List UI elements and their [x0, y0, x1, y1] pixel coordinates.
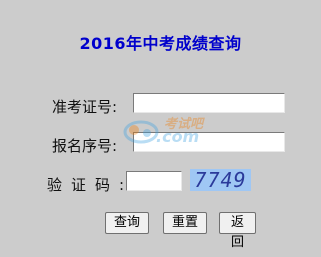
captcha-input[interactable] — [126, 171, 182, 191]
query-button[interactable]: 查询 — [105, 212, 149, 234]
captcha-row: 验证码: — [0, 171, 321, 195]
exam-number-label: 准考证号: — [52, 98, 118, 116]
back-button[interactable]: 返回 — [219, 212, 256, 250]
registration-number-input[interactable] — [133, 132, 285, 152]
captcha-label: 验证码: — [47, 176, 134, 194]
reset-button[interactable]: 重置 — [163, 212, 207, 234]
registration-number-row: 报名序号: — [0, 132, 321, 156]
registration-number-label: 报名序号: — [52, 137, 118, 155]
page-title: 2016年中考成绩查询 — [79, 34, 242, 53]
exam-number-input[interactable] — [133, 93, 285, 113]
captcha-image[interactable]: 7749 — [190, 169, 251, 191]
exam-number-row: 准考证号: — [0, 93, 321, 117]
